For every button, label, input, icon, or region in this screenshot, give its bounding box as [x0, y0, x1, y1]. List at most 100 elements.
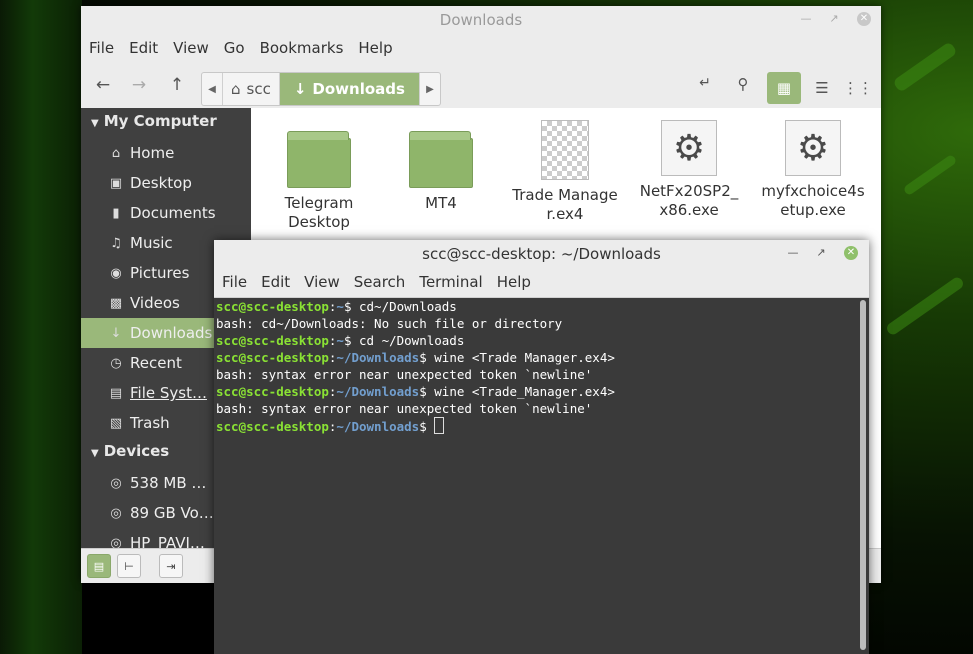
menu-edit[interactable]: Edit — [129, 34, 165, 62]
file-name: Telegram Desktop — [284, 194, 354, 231]
file-item[interactable]: ⚙ NetFx20SP2_x86.exe — [629, 120, 749, 220]
menu-help[interactable]: Help — [358, 34, 399, 62]
breadcrumb-home[interactable]: ⌂ scc — [223, 73, 280, 105]
sidebar-item-label: Desktop — [130, 174, 192, 192]
menu-bookmarks[interactable]: Bookmarks — [260, 34, 351, 62]
prompt-path: ~ — [336, 333, 344, 348]
command-text: $ cd~/Downloads — [343, 299, 457, 314]
minimize-button[interactable]: — — [799, 12, 813, 26]
back-arrow-icon[interactable]: ← — [91, 75, 115, 95]
window-title: Downloads — [439, 11, 523, 29]
menu-terminal[interactable]: Terminal — [419, 268, 488, 297]
window-title: scc@scc-desktop: ~/Downloads — [422, 245, 661, 263]
prompt-path: ~/Downloads — [336, 350, 420, 365]
tree-toggle-button[interactable]: ⊢ — [117, 554, 141, 578]
breadcrumb-left-arrow-icon[interactable]: ◀ — [202, 73, 223, 105]
breadcrumb-current-label: Downloads — [312, 80, 405, 98]
sidebar-item-label: Music — [130, 234, 173, 252]
document-icon: ▮ — [112, 205, 120, 221]
close-button[interactable]: ✕ — [844, 246, 858, 260]
sidebar-item-label: Trash — [130, 414, 170, 432]
list-icon: ☰ — [815, 79, 829, 97]
output-line: bash: syntax error near unexpected token… — [216, 367, 593, 382]
sidebar-item-label: File Syst… — [130, 384, 207, 402]
breadcrumb-current[interactable]: ↓ Downloads — [279, 73, 420, 105]
maximize-button[interactable]: ↗ — [814, 246, 828, 260]
title-bar: Downloads — ↗ ✕ — [81, 6, 881, 34]
menu-bar: File Edit View Go Bookmarks Help — [81, 34, 881, 62]
section-my-computer[interactable]: ▼ My Computer — [81, 108, 251, 138]
output-line: bash: syntax error near unexpected token… — [216, 401, 593, 416]
music-icon: ♫ — [110, 235, 122, 251]
prompt-user: scc@scc-desktop — [216, 350, 329, 365]
menu-file[interactable]: File — [89, 34, 121, 62]
prompt-path: ~/Downloads — [336, 419, 420, 434]
icon-view-button[interactable]: ▦ — [767, 72, 801, 104]
menu-file[interactable]: File — [222, 268, 253, 297]
terminal-output[interactable]: scc@scc-desktop:~$ cd~/Downloads bash: c… — [214, 298, 856, 654]
file-item[interactable]: Telegram Desktop — [259, 120, 379, 232]
sidebar-item-label: 89 GB Vo… — [130, 504, 214, 522]
prompt-path: ~/Downloads — [336, 384, 420, 399]
terminal-window: scc@scc-desktop: ~/Downloads — ↗ ✕ File … — [214, 240, 869, 654]
trash-icon: ▧ — [109, 415, 123, 431]
clock-icon: ◷ — [110, 355, 122, 371]
folder-icon — [409, 131, 473, 188]
text-cursor — [434, 417, 445, 434]
list-view-button[interactable]: ☰ — [805, 72, 839, 104]
breadcrumb-right-arrow-icon[interactable]: ▶ — [420, 73, 440, 105]
film-icon: ▩ — [109, 295, 123, 311]
download-icon: ↓ — [110, 325, 122, 341]
menu-search[interactable]: Search — [354, 268, 412, 297]
prompt-user: scc@scc-desktop — [216, 299, 329, 314]
section-label: My Computer — [103, 112, 217, 130]
toolbar: ← → ↑ ◀ ⌂ scc ↓ Downloads ▶ ↵ ⚲ ▦ ☰ ⋮⋮ — [81, 62, 881, 109]
section-label: Devices — [103, 442, 170, 460]
sidebar-item-documents[interactable]: ▮ Documents — [81, 198, 251, 228]
menu-edit[interactable]: Edit — [261, 268, 296, 297]
sidebar-icon: ⇥ — [166, 559, 176, 573]
forward-arrow-icon[interactable]: → — [127, 75, 151, 95]
wallpaper-streak — [892, 41, 958, 93]
file-item[interactable]: Trade Manager.ex4 — [505, 120, 625, 224]
scrollbar[interactable] — [860, 300, 866, 650]
terminal-title-bar: scc@scc-desktop: ~/Downloads — ↗ ✕ — [214, 240, 869, 268]
sidebar-item-desktop[interactable]: ▣ Desktop — [81, 168, 251, 198]
desktop-icon: ▣ — [109, 175, 123, 191]
menu-view[interactable]: View — [304, 268, 346, 297]
download-icon: ↓ — [293, 80, 307, 98]
maximize-button[interactable]: ↗ — [827, 12, 841, 26]
prompt-path: ~ — [336, 299, 344, 314]
output-line: bash: cd~/Downloads: No such file or dir… — [216, 316, 563, 331]
wallpaper-streak — [902, 153, 958, 197]
breadcrumb-home-label: scc — [246, 80, 271, 98]
terminal-menu-bar: File Edit View Search Terminal Help — [214, 268, 869, 298]
file-name: NetFx20SP2_x86.exe — [639, 182, 739, 219]
gear-icon: ⚙ — [785, 120, 841, 176]
search-icon[interactable]: ⚲ — [731, 75, 755, 93]
minimize-button[interactable]: — — [786, 246, 800, 260]
home-icon: ⌂ — [231, 80, 241, 98]
menu-go[interactable]: Go — [224, 34, 252, 62]
breadcrumb: ◀ ⌂ scc ↓ Downloads ▶ — [201, 72, 441, 106]
prompt-line: scc@scc-desktop:~/Downloads$ wine <Trade… — [216, 349, 856, 366]
file-item[interactable]: ⚙ myfxchoice4setup.exe — [753, 120, 873, 220]
sidebar-item-label: 538 MB … — [130, 474, 207, 492]
up-arrow-icon[interactable]: ↑ — [165, 75, 189, 95]
compact-icon: ⋮⋮ — [843, 79, 873, 97]
file-item[interactable]: MT4 — [381, 120, 501, 213]
gear-icon: ⚙ — [661, 120, 717, 176]
wallpaper-streak — [884, 275, 966, 337]
sidebar-item-label: Documents — [130, 204, 216, 222]
prompt-line: scc@scc-desktop:~$ cd~/Downloads — [216, 298, 856, 315]
prompt-user: scc@scc-desktop — [216, 384, 329, 399]
location-toggle-icon[interactable]: ↵ — [693, 75, 717, 91]
places-toggle-button[interactable]: ▤ — [87, 554, 111, 578]
drive-icon: ▤ — [109, 385, 123, 401]
menu-view[interactable]: View — [173, 34, 216, 62]
compact-view-button[interactable]: ⋮⋮ — [841, 72, 875, 104]
close-button[interactable]: ✕ — [857, 12, 871, 26]
sidebar-item-home[interactable]: ⌂ Home — [81, 138, 251, 168]
menu-help[interactable]: Help — [497, 268, 537, 297]
sidebar-hide-button[interactable]: ⇥ — [159, 554, 183, 578]
